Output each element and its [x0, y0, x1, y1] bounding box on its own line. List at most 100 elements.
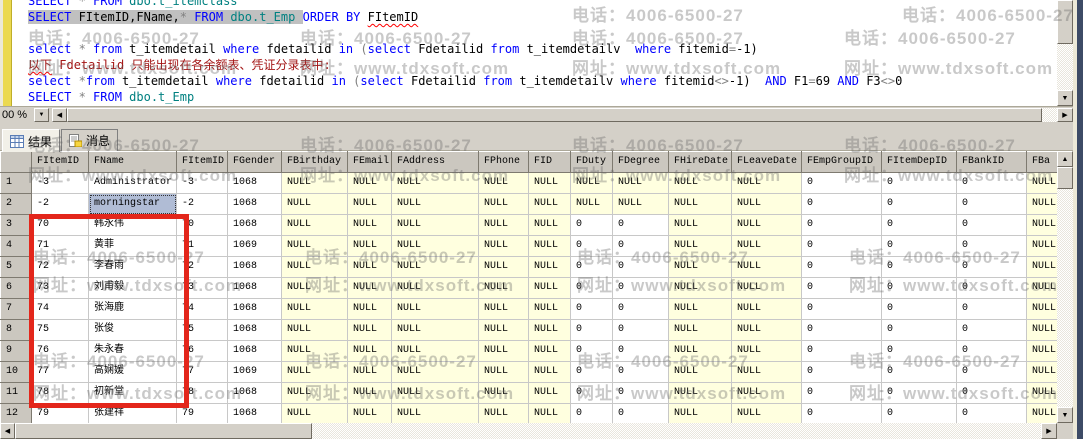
grid-cell[interactable]: 0 [882, 320, 957, 341]
grid-cell[interactable]: 1068 [228, 194, 282, 215]
grid-cell[interactable]: 1068 [228, 299, 282, 320]
grid-cell[interactable]: 0 [957, 173, 1027, 194]
grid-cell[interactable]: NULL [479, 383, 529, 404]
grid-cell[interactable]: NULL [479, 404, 529, 424]
grid-cell[interactable]: NULL [1027, 236, 1058, 257]
editor-zoom-dropdown[interactable]: ▼ [34, 108, 49, 122]
grid-cell[interactable]: 1068 [228, 173, 282, 194]
grid-cell[interactable]: 1069 [228, 362, 282, 383]
tab-results[interactable]: 结果 [2, 129, 60, 152]
grid-cell-selected[interactable]: morningstar [89, 194, 177, 215]
row-header[interactable]: 2 [1, 194, 32, 215]
grid-cell[interactable]: NULL [282, 257, 348, 278]
grid-cell[interactable]: 0 [882, 299, 957, 320]
grid-cell[interactable]: 0 [957, 404, 1027, 424]
grid-cell[interactable]: NULL [669, 236, 732, 257]
grid-cell[interactable]: 75 [32, 320, 89, 341]
grid-cell[interactable]: 韩永伟 [89, 215, 177, 236]
row-header[interactable]: 3 [1, 215, 32, 236]
grid-cell[interactable]: 0 [882, 194, 957, 215]
grid-cell[interactable]: NULL [613, 173, 669, 194]
grid-cell[interactable]: 0 [613, 278, 669, 299]
grid-cell[interactable]: NULL [479, 173, 529, 194]
grid-cell[interactable]: Administrator [89, 173, 177, 194]
grid-cell[interactable]: 72 [177, 257, 228, 278]
grid-cell[interactable]: 78 [32, 383, 89, 404]
grid-cell[interactable]: NULL [479, 299, 529, 320]
grid-cell[interactable]: NULL [732, 341, 802, 362]
code-line-4[interactable]: select * from t_itemdetail where fdetail… [28, 41, 902, 57]
grid-cell[interactable]: NULL [669, 383, 732, 404]
grid-cell[interactable]: NULL [529, 320, 571, 341]
grid-cell[interactable]: NULL [392, 404, 479, 424]
grid-cell[interactable]: 高娴媛 [89, 362, 177, 383]
column-header-FEmail[interactable]: FEmail [348, 152, 392, 173]
row-header[interactable]: 11 [1, 383, 32, 404]
grid-cell[interactable]: NULL [348, 341, 392, 362]
grid-cell[interactable]: NULL [529, 341, 571, 362]
grid-cell[interactable]: NULL [348, 173, 392, 194]
column-header-FItemID[interactable]: FItemID [177, 152, 228, 173]
grid-vscrollbar-thumb[interactable] [1057, 167, 1073, 189]
grid-cell[interactable]: NULL [1027, 278, 1058, 299]
column-header-FBirthday[interactable]: FBirthday [282, 152, 348, 173]
grid-cell[interactable]: NULL [348, 236, 392, 257]
grid-cell[interactable]: 0 [957, 236, 1027, 257]
grid-cell[interactable]: 77 [32, 362, 89, 383]
grid-cell[interactable]: 0 [613, 215, 669, 236]
grid-cell[interactable]: NULL [479, 194, 529, 215]
grid-cell[interactable]: NULL [282, 383, 348, 404]
grid-cell[interactable]: 0 [613, 236, 669, 257]
grid-cell[interactable]: -2 [32, 194, 89, 215]
grid-cell[interactable]: NULL [282, 194, 348, 215]
grid-cell[interactable]: NULL [282, 341, 348, 362]
grid-cell[interactable]: 0 [882, 362, 957, 383]
grid-cell[interactable]: 0 [957, 215, 1027, 236]
sql-editor[interactable]: SELECT * FROM dbo.t_itemclassSELECT FIte… [0, 0, 1057, 106]
grid-scroll-right-icon[interactable]: ▶ [1041, 423, 1057, 439]
grid-cell[interactable]: 0 [571, 320, 613, 341]
grid-cell[interactable]: 1068 [228, 257, 282, 278]
grid-cell[interactable]: NULL [348, 194, 392, 215]
grid-cell[interactable]: NULL [282, 236, 348, 257]
grid-cell[interactable]: 0 [802, 257, 882, 278]
grid-hscrollbar[interactable]: ◀ ▶ [0, 423, 1057, 439]
row-header[interactable]: 8 [1, 320, 32, 341]
grid-cell[interactable]: 0 [571, 341, 613, 362]
grid-hscrollbar-thumb[interactable] [15, 423, 312, 439]
grid-cell[interactable]: 0 [882, 341, 957, 362]
grid-cell[interactable]: 0 [802, 299, 882, 320]
code-line-6[interactable]: select *from t_itemdetail where fdetaili… [28, 73, 902, 89]
column-header-FPhone[interactable]: FPhone [479, 152, 529, 173]
grid-cell[interactable]: NULL [529, 299, 571, 320]
grid-cell[interactable]: 0 [802, 215, 882, 236]
grid-cell[interactable]: 75 [177, 320, 228, 341]
grid-scroll-left-icon[interactable]: ◀ [0, 423, 15, 439]
grid-cell[interactable]: -3 [177, 173, 228, 194]
grid-cell[interactable]: 0 [613, 341, 669, 362]
grid-cell[interactable]: 79 [32, 404, 89, 424]
grid-cell[interactable]: 73 [32, 278, 89, 299]
row-header[interactable]: 12 [1, 404, 32, 424]
grid-cell[interactable]: NULL [669, 299, 732, 320]
grid-cell[interactable]: NULL [392, 299, 479, 320]
grid-cell[interactable]: 0 [613, 383, 669, 404]
grid-cell[interactable]: 73 [177, 278, 228, 299]
grid-cell[interactable]: NULL [1027, 404, 1058, 424]
grid-cell[interactable]: NULL [479, 341, 529, 362]
grid-cell[interactable]: 0 [571, 404, 613, 424]
grid-cell[interactable]: NULL [348, 257, 392, 278]
row-header[interactable]: 4 [1, 236, 32, 257]
grid-cell[interactable]: 1068 [228, 320, 282, 341]
grid-cell[interactable]: 0 [802, 194, 882, 215]
grid-cell[interactable]: 0 [613, 362, 669, 383]
grid-cell[interactable]: NULL [529, 383, 571, 404]
grid-cell[interactable]: NULL [392, 362, 479, 383]
column-header-FDuty[interactable]: FDuty [571, 152, 613, 173]
grid-cell[interactable]: 76 [177, 341, 228, 362]
grid-scroll-up-icon[interactable]: ▲ [1057, 151, 1073, 167]
grid-cell[interactable]: NULL [1027, 215, 1058, 236]
column-header-FID[interactable]: FID [529, 152, 571, 173]
grid-cell[interactable]: NULL [392, 341, 479, 362]
grid-cell[interactable]: NULL [669, 404, 732, 424]
